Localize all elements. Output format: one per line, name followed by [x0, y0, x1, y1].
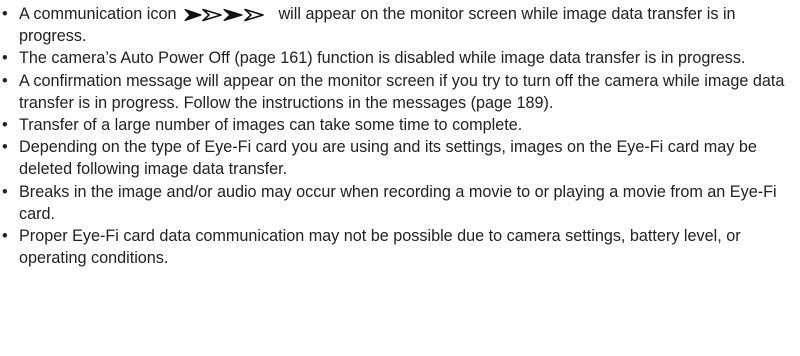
bullet: • — [2, 5, 8, 23]
eye-fi-communication-icon — [184, 8, 270, 22]
notes-list: • A communication icon will appear on th… — [0, 3, 800, 269]
list-item: • Transfer of a large number of images c… — [0, 114, 800, 136]
item-text: Transfer of a large number of images can… — [19, 116, 523, 135]
list-item: • Breaks in the image and/or audio may o… — [0, 181, 800, 225]
bullet: • — [2, 182, 8, 201]
list-item: • Depending on the type of Eye-Fi card y… — [0, 136, 800, 180]
list-item: • The camera’s Auto Power Off (page 161)… — [0, 47, 800, 69]
item-text: Breaks in the image and/or audio may occ… — [19, 182, 777, 223]
item-text: Proper Eye-Fi card data communication ma… — [19, 227, 741, 268]
manual-page: • A communication icon will appear on th… — [0, 0, 800, 356]
list-item: • Proper Eye-Fi card data communication … — [0, 225, 800, 269]
bullet: • — [2, 49, 8, 68]
list-item: • A communication icon will appear on th… — [0, 3, 800, 47]
list-item: • A confirmation message will appear on … — [0, 70, 800, 114]
item-text: Depending on the type of Eye-Fi card you… — [19, 138, 757, 179]
item-text: A confirmation message will appear on th… — [19, 71, 785, 112]
item-text: The camera’s Auto Power Off (page 161) f… — [19, 49, 746, 68]
bullet: • — [2, 116, 8, 135]
bullet: • — [2, 71, 8, 90]
item-text-before: A communication icon — [19, 5, 177, 23]
bullet: • — [2, 138, 8, 157]
bullet: • — [2, 227, 8, 246]
